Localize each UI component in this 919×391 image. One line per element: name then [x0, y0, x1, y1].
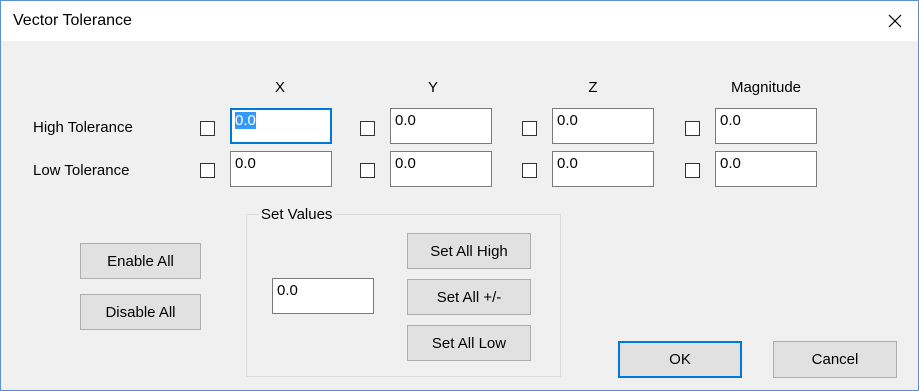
column-header-y: Y [427, 79, 438, 96]
low-x-field[interactable]: 0.0 [230, 151, 332, 187]
high-magnitude-field[interactable]: 0.0 [715, 108, 817, 144]
high-y-checkbox[interactable] [360, 121, 375, 136]
low-x-checkbox[interactable] [200, 163, 215, 178]
low-y-checkbox[interactable] [360, 163, 375, 178]
low-magnitude-field[interactable]: 0.0 [715, 151, 817, 187]
high-x-checkbox[interactable] [200, 121, 215, 136]
column-header-z: Z [588, 79, 598, 96]
disable-all-button[interactable]: Disable All [80, 294, 201, 330]
low-z-field[interactable]: 0.0 [552, 151, 654, 187]
high-tolerance-label: High Tolerance [33, 119, 133, 136]
vector-tolerance-dialog: Vector Tolerance X Y Z Magnitude High To… [0, 0, 919, 391]
close-icon [888, 14, 902, 28]
low-magnitude-checkbox[interactable] [685, 163, 700, 178]
set-all-low-button[interactable]: Set All Low [407, 325, 531, 361]
cancel-button[interactable]: Cancel [773, 341, 897, 378]
set-all-plus-minus-button[interactable]: Set All +/- [407, 279, 531, 315]
low-y-field[interactable]: 0.0 [390, 151, 492, 187]
high-y-field[interactable]: 0.0 [390, 108, 492, 144]
high-z-field[interactable]: 0.0 [552, 108, 654, 144]
set-value-field[interactable]: 0.0 [272, 278, 374, 314]
close-button[interactable] [872, 1, 918, 41]
set-values-group-title: Set Values [259, 206, 335, 223]
title-bar: Vector Tolerance [1, 1, 918, 41]
high-magnitude-checkbox[interactable] [685, 121, 700, 136]
low-tolerance-label: Low Tolerance [33, 162, 130, 179]
high-z-checkbox[interactable] [522, 121, 537, 136]
column-header-x: X [274, 79, 285, 96]
high-x-field[interactable]: 0.0 [230, 108, 332, 144]
set-all-high-button[interactable]: Set All High [407, 233, 531, 269]
low-z-checkbox[interactable] [522, 163, 537, 178]
ok-button[interactable]: OK [618, 341, 742, 378]
column-header-magnitude: Magnitude [730, 79, 802, 96]
window-title: Vector Tolerance [13, 12, 132, 29]
enable-all-button[interactable]: Enable All [80, 243, 201, 279]
